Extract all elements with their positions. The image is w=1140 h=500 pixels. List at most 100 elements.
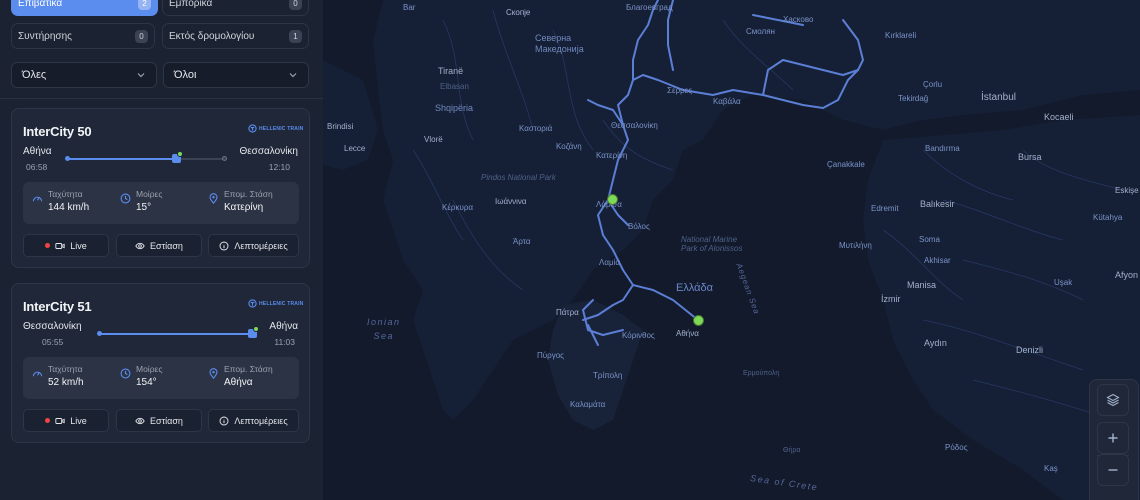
zoom-out-button[interactable] bbox=[1097, 454, 1129, 486]
map-label-ionian: Ionian Sea bbox=[367, 317, 401, 341]
train-card[interactable]: InterCity 50 HELLENIC TRAIN Αθήνα 06:58 … bbox=[11, 108, 310, 268]
plus-icon bbox=[1108, 433, 1118, 443]
focus-button[interactable]: Εστίαση bbox=[116, 234, 202, 257]
train-info-box: Ταχύτητα 144 km/h Μοίρες 15° Επομ. Στάση… bbox=[23, 182, 299, 224]
map-label-katerini: Κατερίνη bbox=[596, 151, 628, 160]
brand-text: HELLENIC TRAIN bbox=[259, 125, 304, 132]
origin-time: 06:58 bbox=[26, 162, 48, 172]
map-train-marker-larisa[interactable] bbox=[607, 194, 618, 205]
train-live-dot bbox=[176, 151, 183, 157]
operator-select-value: Όλοι bbox=[174, 69, 197, 81]
status-select-value: Όλες bbox=[22, 69, 47, 81]
info-icon bbox=[219, 416, 229, 425]
map-label-ioannina: Ιωάννινα bbox=[495, 197, 527, 206]
map-view[interactable]: Bar Скопје Благоевград Хасково Kırklarel… bbox=[323, 0, 1140, 500]
map-label-canakkale: Çanakkale bbox=[827, 160, 865, 169]
map-label-kutahya: Kütahya bbox=[1093, 213, 1123, 222]
route-progress bbox=[68, 158, 176, 160]
route-progress bbox=[100, 333, 253, 335]
map-label-thessaloniki: Θεσσαλονίκη bbox=[611, 121, 658, 130]
map-label-balikesir: Balıkesir bbox=[920, 199, 955, 209]
status-select[interactable]: Όλες bbox=[11, 62, 157, 88]
hellenic-train-logo: HELLENIC TRAIN bbox=[248, 124, 303, 133]
speed-label: Ταχύτητα bbox=[48, 189, 83, 199]
map-label-bursa: Bursa bbox=[1018, 152, 1042, 162]
clock-icon bbox=[120, 193, 131, 204]
map-label-mytilini: Μυτιλήνη bbox=[839, 241, 872, 250]
map-label-athina: Αθήνα bbox=[676, 329, 699, 338]
map-label-patra: Πάτρα bbox=[556, 308, 579, 317]
map-label-izmir: İzmir bbox=[881, 294, 901, 304]
filter-maintenance[interactable]: Συντήρησης 0 bbox=[11, 23, 155, 49]
map-label-tripoli: Τρίπολη bbox=[593, 371, 623, 380]
filter-freight[interactable]: Εμπορικά 0 bbox=[162, 0, 309, 16]
train-logo-icon bbox=[248, 299, 257, 308]
map-label-rodos: Ρόδος bbox=[945, 443, 968, 452]
heading-label: Μοίρες bbox=[136, 189, 163, 199]
live-button-label: Live bbox=[70, 240, 87, 251]
route-end-dot bbox=[222, 156, 227, 161]
map-label-kocaeli: Kocaeli bbox=[1044, 112, 1074, 122]
layers-button[interactable] bbox=[1097, 384, 1129, 416]
origin-station: Αθήνα bbox=[23, 146, 52, 157]
map-label-kalamata: Καλαμάτα bbox=[570, 400, 606, 409]
video-camera-icon bbox=[55, 417, 65, 424]
live-button[interactable]: Live bbox=[23, 409, 109, 432]
map-label-volos: Βόλος bbox=[628, 222, 650, 231]
map-label-bandirma: Bandırma bbox=[925, 144, 960, 153]
live-indicator-icon bbox=[45, 243, 51, 248]
land-peloponnese bbox=[548, 300, 643, 430]
map-label-skopje: Скопје bbox=[506, 8, 531, 17]
heading-value: 154° bbox=[136, 377, 157, 388]
brand-text: HELLENIC TRAIN bbox=[259, 300, 304, 307]
destination-time: 12:10 bbox=[268, 162, 290, 172]
map-label-ermoupoli: Ερμούπολη bbox=[743, 370, 780, 377]
map-label-arta: Άρτα bbox=[513, 237, 531, 246]
focus-button-label: Εστίαση bbox=[150, 240, 183, 251]
next-stop-value: Αθήνα bbox=[224, 377, 253, 388]
map-label-brindisi: Brindisi bbox=[327, 122, 354, 131]
details-button[interactable]: Λεπτομέρειες bbox=[208, 234, 299, 257]
train-title: InterCity 51 bbox=[23, 299, 92, 314]
speedometer-icon bbox=[32, 371, 43, 377]
speedometer-icon bbox=[32, 196, 43, 202]
map-label-tirane: Tiranë bbox=[438, 66, 464, 76]
minus-icon bbox=[1108, 469, 1118, 471]
map-label-elbasan: Elbasan bbox=[440, 82, 469, 91]
map-label-akhisar: Akhisar bbox=[924, 256, 951, 265]
location-pin-icon bbox=[209, 193, 218, 204]
speed-label: Ταχύτητα bbox=[48, 364, 83, 374]
map-label-alonissos: National Marine Park of Alonissos bbox=[681, 235, 743, 253]
chevron-down-icon bbox=[137, 73, 145, 78]
train-info-box: Ταχύτητα 52 km/h Μοίρες 154° Επομ. Στάση… bbox=[23, 357, 299, 399]
chevron-down-icon bbox=[289, 73, 297, 78]
map-label-blagoevgrad: Благоевград bbox=[626, 3, 673, 12]
filter-off-schedule-count: 1 bbox=[289, 29, 302, 43]
destination-station: Θεσσαλονίκη bbox=[239, 146, 298, 157]
map-label-eskise: Eskişe bbox=[1115, 186, 1139, 195]
filter-off-schedule[interactable]: Εκτός δρομολογίου 1 bbox=[162, 23, 309, 49]
map-label-smolyan: Смолян bbox=[746, 27, 775, 36]
operator-select[interactable]: Όλοι bbox=[163, 62, 309, 88]
live-button[interactable]: Live bbox=[23, 234, 109, 257]
details-button[interactable]: Λεπτομέρειες bbox=[208, 409, 299, 432]
map-label-kozani: Κοζάνη bbox=[556, 142, 582, 151]
train-logo-icon bbox=[248, 124, 257, 133]
focus-button[interactable]: Εστίαση bbox=[116, 409, 202, 432]
layers-icon bbox=[1106, 393, 1120, 407]
map-label-korinthos: Κόρινθος bbox=[622, 331, 655, 340]
map-label-tekirdag: Tekirdağ bbox=[898, 94, 929, 103]
filter-passenger-count: 2 bbox=[138, 0, 151, 10]
map-label-haskovo: Хасково bbox=[783, 15, 814, 24]
map-train-marker-athina[interactable] bbox=[693, 315, 704, 326]
info-icon bbox=[219, 241, 229, 250]
map-label-kerkyra: Κέρκυρα bbox=[442, 203, 474, 212]
train-live-dot bbox=[253, 326, 260, 332]
origin-time: 05:55 bbox=[42, 337, 64, 347]
train-card[interactable]: InterCity 51 HELLENIC TRAIN Θεσσαλονίκη … bbox=[11, 283, 310, 443]
zoom-in-button[interactable] bbox=[1097, 422, 1129, 454]
map-label-ellada: Ελλάδα bbox=[676, 282, 714, 294]
eye-icon bbox=[135, 242, 145, 249]
filter-freight-count: 0 bbox=[289, 0, 302, 10]
filter-passenger[interactable]: Επιβατικά 2 bbox=[11, 0, 158, 16]
